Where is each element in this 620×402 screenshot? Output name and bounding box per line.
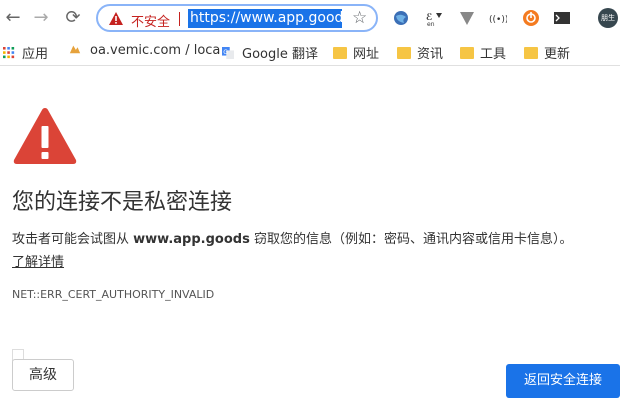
url-text[interactable]: https://www.app.goods [188,9,342,28]
back-to-safety-button[interactable]: 返回安全连接 [506,364,620,398]
apps-label: 应用 [22,47,49,62]
folder-icon [460,47,474,59]
folder-icon [397,47,411,59]
bookmark-label: Google 翻译 [242,47,318,62]
large-warning-icon [13,108,77,164]
bookmark-folder[interactable]: 资讯 [397,43,444,62]
terminal-icon[interactable] [553,9,571,27]
bookmark-folder[interactable]: 更新 [524,43,571,62]
apps-shortcut[interactable]: 应用 [2,43,49,62]
desc-host: www.app.goods [133,232,250,247]
warning-description: 攻击者可能会试图从 www.app.goods 窃取您的信息（例如：密码、通讯内… [12,228,572,247]
svg-text:G: G [223,49,228,56]
bookmark-label: 工具 [480,47,507,62]
page-title: 您的连接不是私密连接 [12,190,233,215]
cast-icon[interactable]: ((•)) [489,9,507,27]
bookmark-star-icon[interactable]: ☆ [352,8,367,28]
globe-icon[interactable] [392,9,410,27]
back-icon[interactable]: ← [2,7,24,29]
bookmark-folder[interactable]: 网址 [333,43,380,62]
bookmark-label: 资讯 [417,47,444,62]
omnibox-divider [179,12,180,26]
address-bar[interactable]: 不安全 https://www.app.goods ☆ [96,4,378,32]
google-translate-icon: G [222,47,234,59]
desc-prefix: 攻击者可能会试图从 [12,232,134,247]
bookmarks-bar: 应用 oa.vemic.com / loca G Google 翻译 网址 资讯… [0,36,620,66]
bookmark-item[interactable]: oa.vemic.com / loca [66,43,220,59]
apps-grid-icon [3,47,15,59]
reload-icon[interactable]: ⟳ [62,7,84,29]
bookmark-folder[interactable]: 工具 [460,43,507,62]
security-label[interactable]: 不安全 [131,11,170,30]
svg-text:en: en [427,21,435,27]
error-code: NET::ERR_CERT_AUTHORITY_INVALID [12,288,215,301]
forward-icon[interactable]: → [30,7,52,29]
profile-avatar[interactable]: 朋生 [598,8,618,28]
translate-icon[interactable]: ℰ en [425,9,443,27]
bookmark-label: 网址 [353,47,380,62]
browser-toolbar: ← → ⟳ 不安全 https://www.app.goods ☆ ℰ en (… [0,0,620,36]
folder-icon [524,47,538,59]
learn-more-link[interactable]: 了解详情 [12,251,64,270]
warning-icon[interactable] [109,12,123,25]
bookmark-label: oa.vemic.com / loca [90,43,221,58]
bookmark-item[interactable]: G Google 翻译 [220,43,318,62]
folder-icon [333,47,347,59]
bookmark-label: 更新 [544,47,571,62]
vivaldi-icon[interactable] [458,9,476,27]
power-icon[interactable] [522,9,540,27]
pma-icon [69,45,81,54]
desc-suffix: 窃取您的信息（例如：密码、通讯内容或信用卡信息）。 [249,232,573,247]
advanced-button[interactable]: 高级 [12,359,74,391]
svg-text:((•)): ((•)) [489,15,507,25]
